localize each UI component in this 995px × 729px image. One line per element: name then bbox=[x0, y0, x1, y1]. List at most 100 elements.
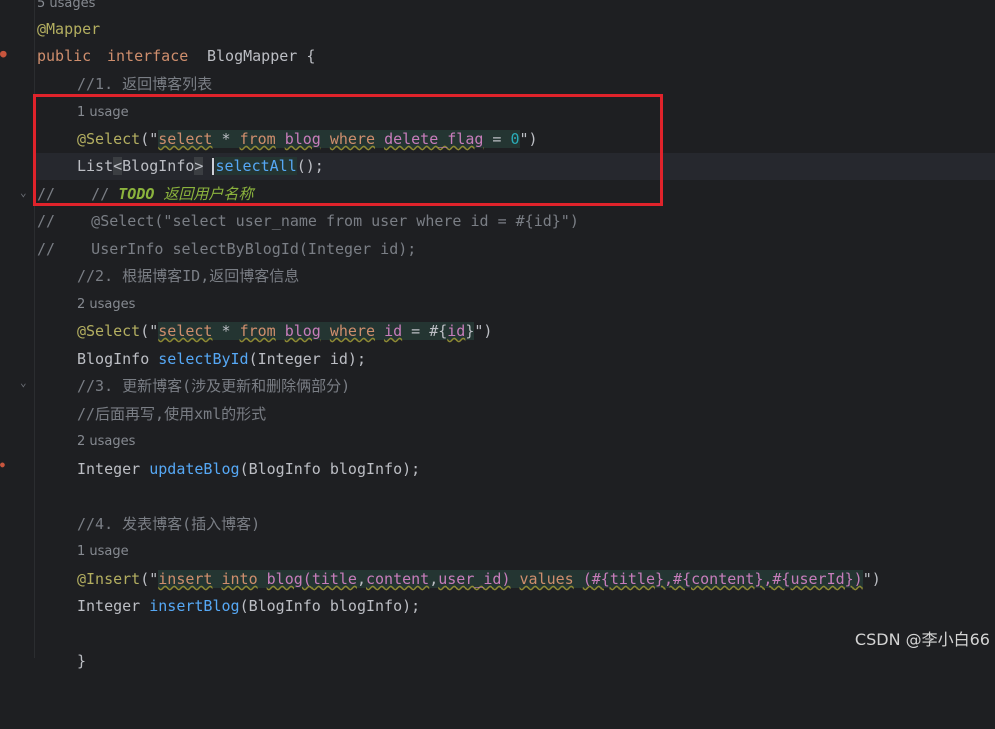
type-name: BlogInfo bbox=[122, 157, 195, 175]
comment: //4. 发表博客(插入博客) bbox=[77, 515, 261, 533]
code-editor[interactable]: 5 usages @Mapper public interface BlogMa… bbox=[35, 0, 995, 670]
sql-column: title bbox=[311, 570, 357, 588]
code-line: 1 usage bbox=[35, 99, 995, 126]
sql-keyword: select bbox=[158, 130, 213, 148]
sql-column: delete_flag bbox=[384, 130, 484, 148]
usage-hint[interactable]: 2 usages bbox=[77, 428, 135, 455]
comment: //后面再写,使用xml的形式 bbox=[77, 405, 267, 423]
code-line: //3. 更新博客(涉及更新和删除俩部分) bbox=[35, 373, 995, 400]
quote-paren: ") bbox=[474, 322, 493, 340]
usage-hint[interactable]: 5 usages bbox=[37, 0, 95, 17]
todo-text: 返回用户名称 bbox=[154, 185, 254, 203]
code-line: 2 usages bbox=[35, 291, 995, 318]
code-line: 2 usages bbox=[35, 428, 995, 455]
select-annotation: @Select bbox=[77, 322, 141, 340]
sql-keyword: where bbox=[329, 322, 376, 340]
update-blog-declaration: Integer updateBlog(BlogInfo blogInfo); bbox=[77, 456, 420, 483]
sql-column: user_id bbox=[438, 570, 502, 588]
code-line: 1 usage bbox=[35, 538, 995, 565]
type-name: Integer bbox=[77, 597, 141, 615]
select-statement: @Select("select * from blog where delete… bbox=[77, 126, 538, 153]
sql-column: content bbox=[366, 570, 430, 588]
code-line: //后面再写,使用xml的形式 bbox=[35, 401, 995, 428]
keyword-public: public bbox=[37, 47, 92, 65]
usage-hint[interactable]: 1 usage bbox=[77, 538, 129, 565]
sql-string[interactable]: select * from blog where id = #{id} bbox=[158, 322, 475, 340]
method-name[interactable]: insertBlog bbox=[149, 597, 239, 615]
bean-icon[interactable]: ● bbox=[0, 47, 7, 60]
code-line: 5 usages bbox=[35, 0, 995, 17]
sql-param: id bbox=[447, 322, 466, 340]
sql-keyword: into bbox=[221, 570, 258, 588]
insert-statement: @Insert("insert into blog(title,content,… bbox=[77, 566, 881, 593]
sql-keyword: from bbox=[239, 322, 276, 340]
sql-token: = bbox=[483, 130, 511, 148]
type-name: Integer bbox=[77, 460, 141, 478]
sql-table: blog bbox=[284, 322, 321, 340]
paren: (); bbox=[296, 157, 324, 175]
quote-paren: ") bbox=[519, 130, 538, 148]
insert-blog-declaration: Integer insertBlog(BlogInfo blogInfo); bbox=[77, 593, 420, 620]
type-name: List bbox=[77, 157, 114, 175]
sql-table: blog bbox=[284, 130, 321, 148]
quote-paren: ") bbox=[862, 570, 881, 588]
code-line: @Mapper bbox=[35, 16, 995, 43]
sql-number: 0 bbox=[510, 130, 520, 148]
comment: //1. 返回博客列表 bbox=[77, 75, 213, 93]
method-args: (BlogInfo blogInfo); bbox=[239, 597, 421, 615]
code-line: Integer updateBlog(BlogInfo blogInfo); bbox=[35, 456, 995, 483]
keyword-interface: interface bbox=[107, 47, 189, 65]
sql-keyword: values bbox=[519, 570, 574, 588]
sql-keyword: from bbox=[239, 130, 276, 148]
code-line: // UserInfo selectByBlogId(Integer id); bbox=[35, 236, 995, 263]
fold-icon[interactable]: ⌄ bbox=[20, 376, 27, 389]
method-args: (Integer id); bbox=[248, 350, 366, 368]
method-args: (BlogInfo blogInfo); bbox=[239, 460, 421, 478]
insert-annotation: @Insert bbox=[77, 570, 141, 588]
fold-icon[interactable]: ⌄ bbox=[20, 186, 27, 199]
code-line: //4. 发表博客(插入博客) bbox=[35, 511, 995, 538]
code-line: //1. 返回博客列表 bbox=[35, 71, 995, 98]
sql-string[interactable]: insert into blog(title,content,user_id) … bbox=[158, 570, 863, 588]
select-annotation: @Select bbox=[77, 130, 141, 148]
comment: // @Select("select user_name from user w… bbox=[37, 212, 579, 230]
current-line: List<BlogInfo> selectAll(); bbox=[35, 153, 995, 180]
code-line: //2. 根据博客ID,返回博客信息 bbox=[35, 263, 995, 290]
closing-brace: } bbox=[77, 652, 87, 670]
breakpoint-icon[interactable]: ● bbox=[0, 460, 5, 469]
todo-keyword: TODO bbox=[118, 185, 155, 203]
code-line: public interface BlogMapper { bbox=[35, 43, 995, 70]
watermark: CSDN @李小白66 bbox=[854, 630, 990, 649]
sql-keyword: select bbox=[158, 322, 213, 340]
method-name[interactable]: selectById bbox=[158, 350, 248, 368]
method-name[interactable]: updateBlog bbox=[149, 460, 239, 478]
code-line: @Select("select * from blog where delete… bbox=[35, 126, 995, 153]
sql-token: * bbox=[212, 322, 240, 340]
sql-keyword: insert bbox=[158, 570, 213, 588]
bracket: > bbox=[194, 157, 204, 175]
todo-comment: // // TODO 返回用户名称 bbox=[37, 181, 253, 208]
interface-name: BlogMapper { bbox=[207, 47, 316, 65]
select-by-id-declaration: BlogInfo selectById(Integer id); bbox=[77, 346, 366, 373]
sql-token: , bbox=[356, 570, 366, 588]
mapper-annotation: @Mapper bbox=[37, 20, 101, 38]
comment: // // bbox=[37, 185, 119, 203]
sql-string[interactable]: select * from blog where delete_flag = 0 bbox=[158, 130, 520, 148]
select-statement: @Select("select * from blog where id = #… bbox=[77, 318, 492, 345]
usage-hint[interactable]: 2 usages bbox=[77, 291, 135, 318]
gutter: ● ⌄ ⌄ ● bbox=[0, 0, 35, 658]
paren-quote: (" bbox=[140, 130, 159, 148]
usage-hint[interactable]: 1 usage bbox=[77, 99, 129, 126]
code-line: BlogInfo selectById(Integer id); bbox=[35, 346, 995, 373]
method-name[interactable]: selectAll bbox=[215, 157, 297, 175]
code-line: Integer insertBlog(BlogInfo blogInfo); bbox=[35, 593, 995, 620]
code-line: @Select("select * from blog where id = #… bbox=[35, 318, 995, 345]
sql-keyword: where bbox=[329, 130, 376, 148]
code-line: } bbox=[35, 648, 995, 675]
sql-values: (#{title},#{content},#{userId}) bbox=[582, 570, 863, 588]
sql-column: id bbox=[384, 322, 403, 340]
comment: //2. 根据博客ID,返回博客信息 bbox=[77, 267, 300, 285]
sql-table: blog( bbox=[266, 570, 312, 588]
comment: // UserInfo selectByBlogId(Integer id); bbox=[37, 240, 417, 258]
paren-quote: (" bbox=[140, 570, 159, 588]
